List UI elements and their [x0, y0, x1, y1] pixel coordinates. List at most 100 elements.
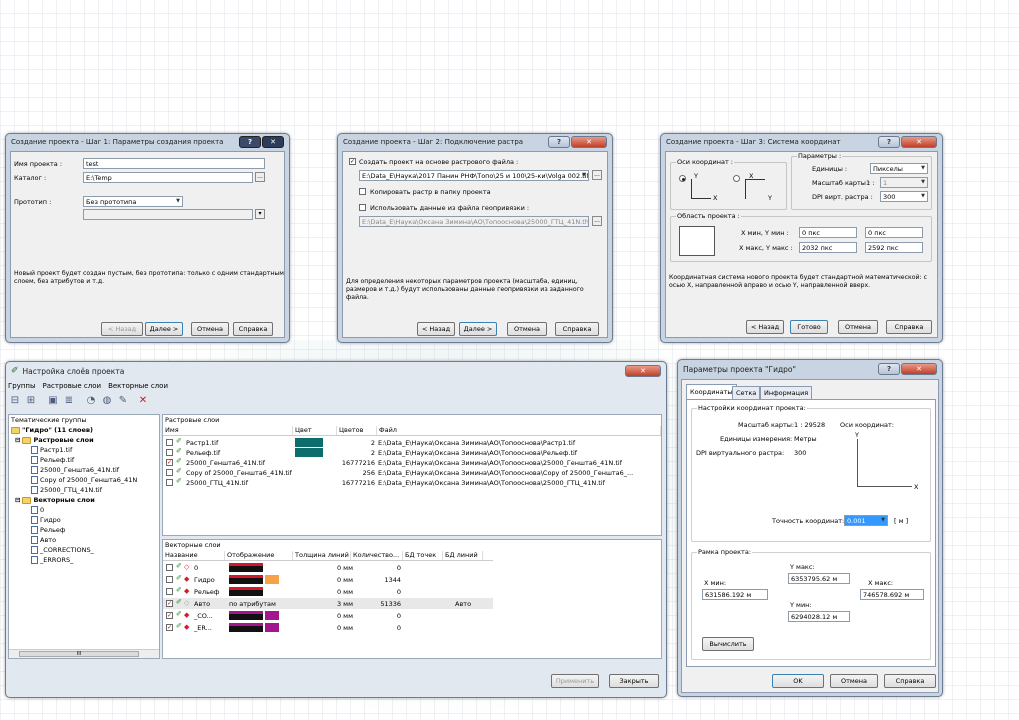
- raster-edit-icon[interactable]: ≣: [62, 394, 76, 408]
- close-icon[interactable]: ✕: [625, 365, 661, 377]
- close-icon[interactable]: ✕: [571, 136, 607, 148]
- visibility-checkbox[interactable]: [166, 576, 173, 583]
- browse-dir-button[interactable]: ...: [255, 172, 265, 182]
- ymax-input[interactable]: 2592 пкс: [865, 242, 923, 253]
- raster-color-swatch[interactable]: [295, 438, 323, 447]
- col-file[interactable]: Файл: [377, 426, 661, 435]
- xmin-input[interactable]: 631586.192 м: [702, 589, 768, 600]
- directory-input[interactable]: E:\Temp: [83, 172, 253, 183]
- visibility-checkbox[interactable]: [166, 564, 173, 571]
- help-button[interactable]: Справка: [884, 674, 936, 688]
- tree-item[interactable]: 0: [31, 506, 44, 514]
- calculate-button[interactable]: Вычислить: [702, 637, 754, 651]
- tree-item[interactable]: _CORRECTIONS_: [31, 546, 94, 554]
- tree-item[interactable]: 25000_ГТЦ_41N.tif: [31, 486, 102, 494]
- project-name-input[interactable]: test: [83, 158, 265, 169]
- tab-info[interactable]: Информация: [760, 386, 813, 399]
- visibility-checkbox[interactable]: [166, 479, 173, 486]
- use-georef-checkbox[interactable]: [359, 204, 366, 211]
- visibility-checkbox[interactable]: ✓: [166, 600, 173, 607]
- col-colors[interactable]: Цветов: [337, 426, 377, 435]
- units-select[interactable]: Пикселы: [870, 163, 928, 174]
- cancel-button[interactable]: Отмена: [507, 322, 547, 336]
- tree-item[interactable]: _ERRORS_: [31, 556, 73, 564]
- line-style-swatch[interactable]: [229, 611, 263, 620]
- col-thickness[interactable]: Толщина линий: [293, 551, 351, 560]
- help-button[interactable]: Справка: [555, 322, 599, 336]
- help-button[interactable]: Справка: [886, 320, 932, 334]
- col-db-points[interactable]: БД точек: [403, 551, 443, 560]
- raster-path-select[interactable]: E:\Data_E\Наука\2017 Панин РНФ\Топо\25 и…: [359, 170, 589, 181]
- menu-groups[interactable]: Группы: [8, 382, 36, 393]
- next-button[interactable]: Далее >: [459, 322, 497, 336]
- browse-raster-button[interactable]: ...: [592, 170, 602, 180]
- fill-style-swatch[interactable]: [265, 611, 279, 620]
- table-row[interactable]: ✓ ✐ ◆ _CO... 0 мм 0: [163, 610, 661, 621]
- close-icon[interactable]: ✕: [262, 136, 284, 148]
- col-count[interactable]: Количество...: [351, 551, 403, 560]
- ymin-input[interactable]: 6294028.12 м: [788, 611, 850, 622]
- close-icon[interactable]: ✕: [901, 363, 937, 375]
- visibility-checkbox[interactable]: [166, 469, 173, 476]
- raster-add-icon[interactable]: ▣: [46, 394, 60, 408]
- back-button[interactable]: < Назад: [417, 322, 455, 336]
- back-button[interactable]: < Назад: [746, 320, 784, 334]
- visibility-checkbox[interactable]: [166, 449, 173, 456]
- col-display[interactable]: Отображение: [225, 551, 293, 560]
- group-edit-icon[interactable]: ⊞: [24, 394, 38, 408]
- ok-button[interactable]: OK: [772, 674, 824, 688]
- tab-grid[interactable]: Сетка: [732, 386, 761, 399]
- col-db-lines[interactable]: БД линий: [443, 551, 483, 560]
- line-style-swatch[interactable]: [229, 623, 263, 632]
- line-style-swatch[interactable]: [229, 587, 263, 596]
- prototype-scroll-button[interactable]: ▾: [255, 209, 265, 219]
- close-button[interactable]: Закрыть: [609, 674, 659, 688]
- ymin-input[interactable]: 0 пкс: [865, 227, 923, 238]
- help-button[interactable]: Справка: [233, 322, 273, 336]
- xmax-input[interactable]: 2032 пкс: [799, 242, 857, 253]
- tree-root[interactable]: "Гидро" (11 слоев): [11, 426, 93, 434]
- tree-vector-folder[interactable]: ⊟ Векторные слои: [15, 496, 95, 504]
- table-row[interactable]: ✓ ✐ ◇ Авто по атрибутам 3 мм 51336 Авто: [163, 598, 493, 609]
- tree-item[interactable]: Copy of 25000_Геншта6_41N: [31, 476, 137, 484]
- visibility-checkbox[interactable]: ✓: [166, 459, 173, 466]
- line-style-swatch[interactable]: [229, 575, 263, 584]
- copy-raster-checkbox[interactable]: [359, 188, 366, 195]
- done-button[interactable]: Готово: [790, 320, 828, 334]
- next-button[interactable]: Далее >: [145, 322, 183, 336]
- dpi-select[interactable]: 300: [880, 191, 928, 202]
- table-row[interactable]: ✓ ✐ ◆ _ER... 0 мм 0: [163, 622, 661, 633]
- help-icon[interactable]: ?: [548, 136, 570, 148]
- help-icon[interactable]: ?: [878, 136, 900, 148]
- visibility-checkbox[interactable]: [166, 439, 173, 446]
- browse-georef-button[interactable]: ...: [592, 216, 602, 226]
- tree-hscrollbar[interactable]: III: [9, 649, 159, 658]
- table-row[interactable]: ✐ ◆ Гидро 0 мм 1344: [163, 574, 661, 585]
- vector-add-icon[interactable]: ◔: [84, 394, 98, 408]
- create-from-raster-checkbox[interactable]: ✓: [349, 158, 356, 165]
- menu-raster[interactable]: Растровые слои: [43, 382, 102, 393]
- xmax-input[interactable]: 746578.692 м: [860, 589, 924, 600]
- fill-style-swatch[interactable]: [265, 623, 279, 632]
- tree-item[interactable]: Авто: [31, 536, 56, 544]
- expand-icon[interactable]: ⊟: [15, 496, 20, 504]
- visibility-checkbox[interactable]: ✓: [166, 624, 173, 631]
- delete-icon[interactable]: ✕: [136, 394, 150, 408]
- cancel-button[interactable]: Отмена: [830, 674, 878, 688]
- tree-item[interactable]: Рельеф: [31, 526, 65, 534]
- scroll-thumb[interactable]: III: [19, 651, 139, 657]
- col-name[interactable]: Имя: [163, 426, 293, 435]
- raster-color-swatch[interactable]: [295, 448, 323, 457]
- expand-icon[interactable]: ⊟: [15, 436, 20, 444]
- line-style-swatch[interactable]: [229, 563, 263, 572]
- fill-style-swatch[interactable]: [265, 575, 279, 584]
- vector-edit-icon[interactable]: ◍: [100, 394, 114, 408]
- tree-item[interactable]: Рельеф.tif: [31, 456, 74, 464]
- xmin-input[interactable]: 0 пкс: [799, 227, 857, 238]
- vector-style-icon[interactable]: ✎: [116, 394, 130, 408]
- help-icon[interactable]: ?: [878, 363, 900, 375]
- axis-y-down-radio[interactable]: [733, 175, 740, 182]
- axis-y-up-radio[interactable]: [679, 175, 686, 182]
- visibility-checkbox[interactable]: [166, 588, 173, 595]
- tab-coordinates[interactable]: Координаты: [686, 384, 737, 399]
